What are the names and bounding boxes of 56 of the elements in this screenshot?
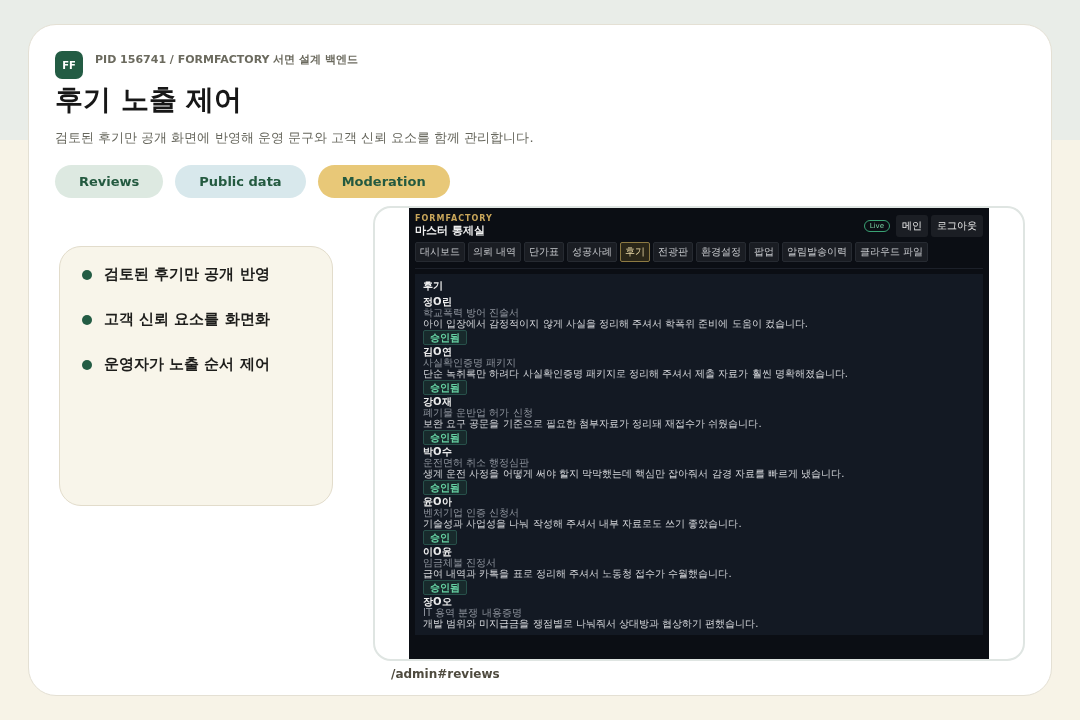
review-text: 급여 내역과 카톡을 표로 정리해 주셔서 노동청 접수가 수월했습니다. — [423, 568, 732, 579]
bullet-icon — [82, 359, 92, 370]
reviewer-name: 정O린 — [423, 296, 452, 307]
service-name: 사실확인증명 패키지 — [423, 357, 517, 368]
approve-button[interactable]: 승인됨 — [423, 430, 467, 445]
reviewer-name: 장O오 — [423, 596, 452, 607]
service-name: 폐기물 운반업 허가 신청 — [423, 407, 533, 418]
tag-chip: Public data — [175, 165, 306, 198]
nav-tab[interactable]: 전광판 — [653, 242, 694, 262]
url-caption: /admin#reviews — [391, 667, 501, 681]
feature-text: 검토된 후기만 공개 반영 — [104, 265, 270, 284]
bullet-icon — [82, 314, 92, 325]
review-text: 개발 범위와 미지급금을 쟁점별로 나눠줘서 상대방과 협상하기 편했습니다. — [423, 618, 759, 629]
reviewer-name: 윤O아 — [423, 496, 452, 507]
tag-chip: Reviews — [55, 165, 164, 198]
service-name: IT 용역 분쟁 내용증명 — [423, 607, 522, 618]
review-text: 단순 녹취록만 하려다 사실확인증명 패키지로 정리해 주셔서 제출 자료가 훨씬 명확해졌습니다. — [423, 368, 848, 379]
service-name: 벤처기업 인증 신청서 — [423, 507, 520, 518]
nav-tab[interactable]: 성공사례 — [567, 242, 618, 262]
approve-button[interactable]: 승인됨 — [423, 580, 467, 595]
reviewer-name: 박O수 — [423, 446, 452, 457]
service-name: 임금체불 진정서 — [423, 557, 497, 568]
review-text: 아이 입장에서 감정적이지 않게 사실을 정리해 주셔서 학폭위 준비에 도움이 컸습니다. — [423, 318, 808, 329]
brand-label: FORMFACTORY — [415, 214, 493, 223]
page-subtitle: 검토된 후기만 공개 화면에 반영해 운영 문구와 고객 신뢰 요소를 함께 관리합니다. — [55, 129, 535, 147]
tag-chip: Moderation — [317, 165, 450, 198]
approve-button[interactable]: 승인됨 — [423, 330, 467, 345]
feature-text: 고객 신뢰 요소를 화면화 — [104, 310, 270, 329]
review-text: 생계 운전 사정을 어떻게 써야 할지 막막했는데 핵심만 잡아줘서 감경 자료를 빠르게 냈습니다. — [423, 468, 845, 479]
nav-tab[interactable]: 환경설정 — [696, 242, 747, 262]
service-name: 학교폭력 방어 진술서 — [423, 307, 520, 318]
review-text: 기술성과 사업성을 나눠 작성해 주셔서 내부 자료로도 쓰기 좋았습니다. — [423, 518, 742, 529]
reviewer-name: 김O연 — [423, 346, 452, 357]
nav-tab[interactable]: 알림발송이력 — [782, 242, 853, 262]
console-title: 마스터 통제실 — [415, 223, 486, 238]
page-title: 후기 노출 제어 — [55, 82, 244, 118]
reviewer-name: 이O윤 — [423, 546, 452, 557]
nav-tab[interactable]: 후기 — [620, 242, 651, 262]
nav-tab[interactable]: 단가표 — [524, 242, 565, 262]
approve-button[interactable]: 승인됨 — [423, 380, 467, 395]
service-name: 운전면허 취소 행정심판 — [423, 457, 530, 468]
section-title: 후기 — [423, 279, 444, 293]
nav-tab[interactable]: 대시보드 — [415, 242, 465, 262]
review-text: 보완 요구 공문을 기준으로 필요한 첨부자료가 정리돼 재접수가 쉬웠습니다. — [423, 418, 762, 429]
nav-tab[interactable]: 클라우드 파일 — [855, 242, 929, 262]
approve-button[interactable]: 승인됨 — [423, 480, 467, 495]
breadcrumb: PID 156741 / FORMFACTORY 서면 설계 백엔드 — [95, 52, 358, 67]
nav-tab[interactable]: 의뢰 내역 — [468, 242, 522, 262]
logo-badge: FF — [55, 51, 83, 79]
header-button[interactable]: 메인 — [896, 215, 928, 237]
bullet-icon — [82, 269, 92, 280]
feature-text: 운영자가 노출 순서 제어 — [104, 355, 270, 374]
approve-button[interactable]: 승인 — [423, 530, 457, 545]
nav-tab[interactable]: 팝업 — [749, 242, 780, 262]
header-button[interactable]: 로그아웃 — [931, 215, 983, 237]
reviewer-name: 강O재 — [423, 396, 452, 407]
